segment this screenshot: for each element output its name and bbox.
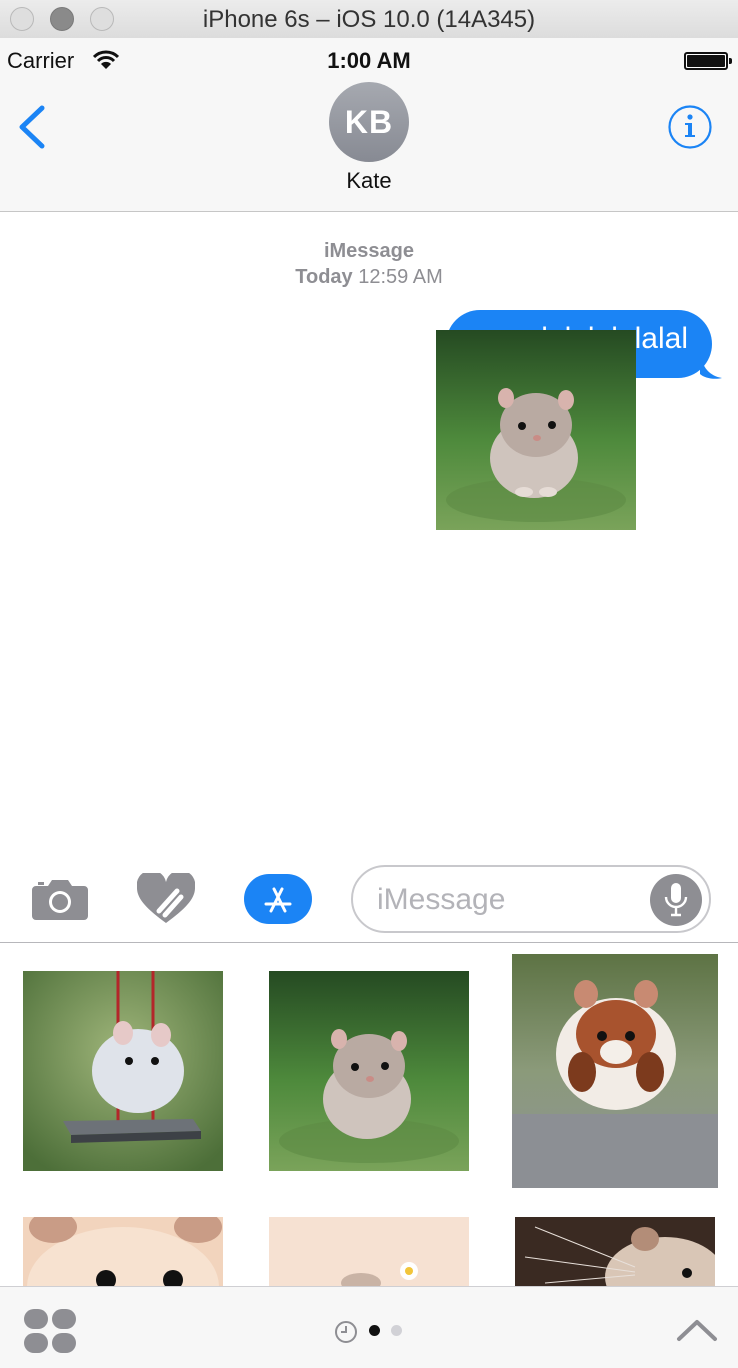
chevron-left-icon[interactable] xyxy=(14,104,48,155)
app-store-icon xyxy=(264,887,292,913)
page-indicator-dot-active[interactable] xyxy=(369,1325,380,1336)
contact-avatar[interactable]: KB xyxy=(329,82,409,162)
recents-clock-icon[interactable] xyxy=(334,1320,358,1349)
battery-icon xyxy=(684,52,732,70)
placed-sticker-hamster[interactable] xyxy=(436,330,636,530)
sticker-hamster-with-flower[interactable] xyxy=(269,1217,469,1286)
message-input-placeholder: iMessage xyxy=(377,883,506,916)
message-timestamp: Today 12:59 AM xyxy=(0,266,738,289)
window-title: iPhone 6s – iOS 10.0 (14A345) xyxy=(202,6,536,33)
digital-touch-icon[interactable] xyxy=(136,870,196,930)
microphone-icon xyxy=(664,883,688,917)
sticker-hamster-on-grass[interactable] xyxy=(269,971,469,1171)
page-indicator-dot[interactable] xyxy=(391,1325,402,1336)
sticker-drawer xyxy=(0,943,738,1286)
service-label: iMessage xyxy=(323,240,415,262)
window-titlebar: iPhone 6s – iOS 10.0 (14A345) xyxy=(0,0,738,39)
status-bar: Carrier 1:00 AM xyxy=(0,38,738,82)
message-input[interactable]: iMessage xyxy=(351,865,711,933)
app-drawer-icon[interactable] xyxy=(24,1309,76,1358)
timestamp-day: Today xyxy=(295,266,353,288)
info-icon[interactable] xyxy=(667,104,713,155)
sticker-hamster-whiskers[interactable] xyxy=(515,1217,715,1286)
microphone-button[interactable] xyxy=(650,874,702,926)
conversation-header: KB Kate xyxy=(0,82,738,212)
timestamp-time: 12:59 AM xyxy=(358,266,443,288)
clock: 1:00 AM xyxy=(327,48,411,73)
avatar-initials: KB xyxy=(344,103,394,140)
contact-name[interactable]: Kate xyxy=(0,168,738,194)
chevron-up-icon[interactable] xyxy=(676,1317,718,1348)
bubble-tail xyxy=(700,352,722,379)
drawer-bottom-bar xyxy=(0,1286,738,1368)
sticker-hamster-on-swing[interactable] xyxy=(23,971,223,1171)
sticker-hamster-closeup[interactable] xyxy=(23,1217,223,1286)
sticker-hamster-jumping[interactable] xyxy=(512,954,718,1188)
app-store-button[interactable] xyxy=(244,874,312,924)
camera-icon[interactable] xyxy=(32,876,88,925)
